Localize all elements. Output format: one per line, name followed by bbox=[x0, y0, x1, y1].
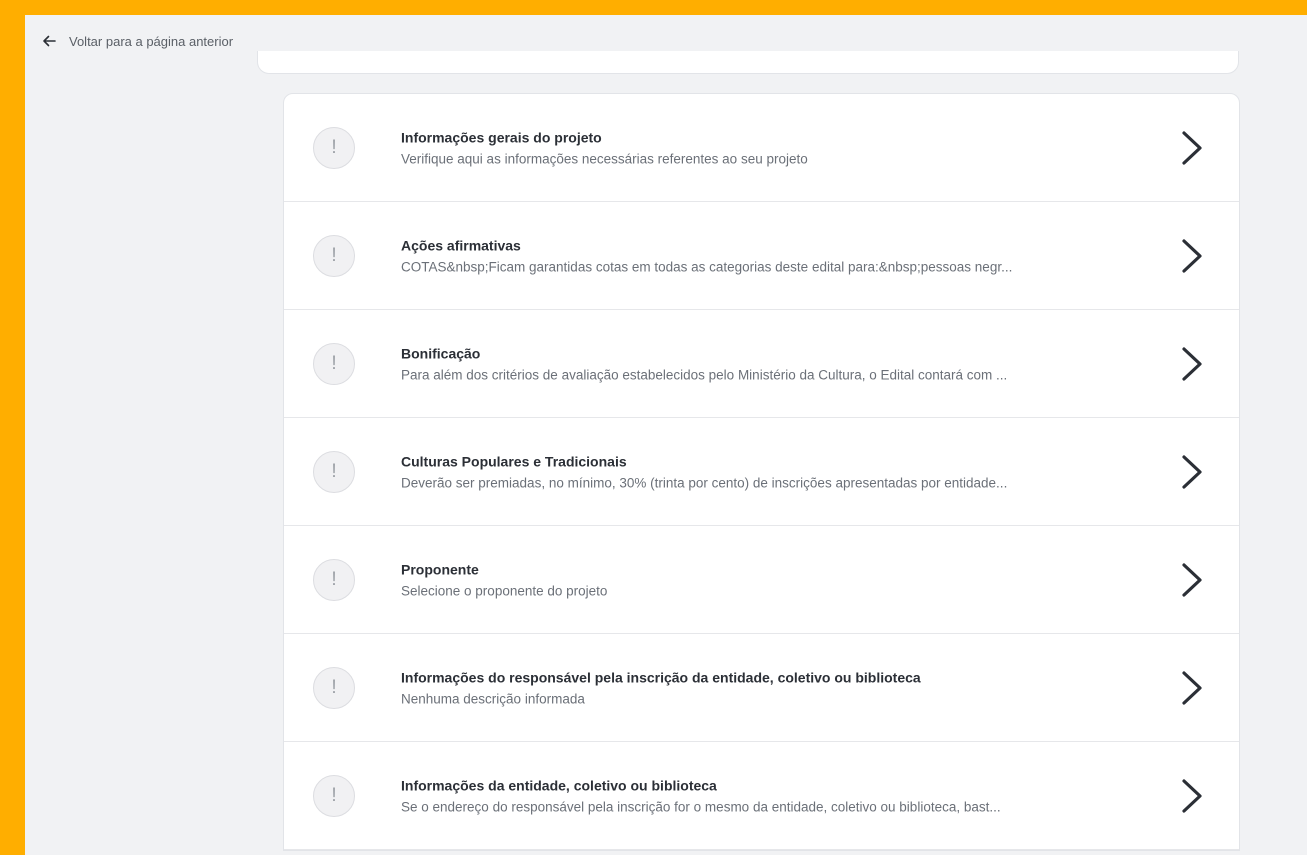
status-warning-icon: ! bbox=[313, 342, 355, 385]
section-description: Verifique aqui as informações necessária… bbox=[401, 151, 808, 166]
status-warning-icon: ! bbox=[313, 774, 355, 817]
section-title: Culturas Populares e Tradicionais bbox=[401, 453, 627, 469]
chevron-right-icon bbox=[1182, 130, 1202, 165]
section-title: Ações afirmativas bbox=[401, 237, 521, 253]
chevron-right-icon bbox=[1182, 562, 1202, 597]
section-title: Informações gerais do projeto bbox=[401, 129, 602, 145]
previous-card-edge bbox=[257, 51, 1239, 74]
section-description: Para além dos critérios de avaliação est… bbox=[401, 367, 1008, 382]
section-description: Se o endereço do responsável pela inscri… bbox=[401, 799, 1001, 814]
chevron-right-icon bbox=[1182, 454, 1202, 489]
arrow-left-icon bbox=[41, 33, 57, 49]
app-window: Voltar para a página anterior ! Informaç… bbox=[25, 15, 1307, 855]
section-item-proponent[interactable]: ! Proponente Selecione o proponente do p… bbox=[284, 526, 1239, 634]
section-item-bonus[interactable]: ! Bonificação Para além dos critérios de… bbox=[284, 310, 1239, 418]
section-title: Informações da entidade, coletivo ou bib… bbox=[401, 777, 717, 793]
section-title: Informações do responsável pela inscriçã… bbox=[401, 669, 921, 685]
chevron-right-icon bbox=[1182, 346, 1202, 381]
section-item-entity-info[interactable]: ! Informações da entidade, coletivo ou b… bbox=[284, 742, 1239, 850]
status-warning-icon: ! bbox=[313, 558, 355, 601]
status-warning-icon: ! bbox=[313, 450, 355, 493]
back-link[interactable]: Voltar para a página anterior bbox=[41, 33, 233, 49]
section-description: Deverão ser premiadas, no mínimo, 30% (t… bbox=[401, 475, 1008, 490]
section-title: Proponente bbox=[401, 561, 479, 577]
section-item-affirmative-actions[interactable]: ! Ações afirmativas COTAS&nbsp;Ficam gar… bbox=[284, 202, 1239, 310]
chevron-right-icon bbox=[1182, 238, 1202, 273]
section-title: Bonificação bbox=[401, 345, 481, 361]
chevron-right-icon bbox=[1182, 778, 1202, 813]
section-description: Nenhuma descrição informada bbox=[401, 691, 585, 706]
sections-list: ! Informações gerais do projeto Verifiqu… bbox=[283, 93, 1240, 851]
status-warning-icon: ! bbox=[313, 126, 355, 169]
section-description: COTAS&nbsp;Ficam garantidas cotas em tod… bbox=[401, 259, 1013, 274]
status-warning-icon: ! bbox=[313, 666, 355, 709]
section-item-responsible-info[interactable]: ! Informações do responsável pela inscri… bbox=[284, 634, 1239, 742]
chevron-right-icon bbox=[1182, 670, 1202, 705]
back-link-label: Voltar para a página anterior bbox=[69, 33, 234, 49]
section-description: Selecione o proponente do projeto bbox=[401, 583, 608, 598]
section-item-popular-cultures[interactable]: ! Culturas Populares e Tradicionais Deve… bbox=[284, 418, 1239, 526]
status-warning-icon: ! bbox=[313, 234, 355, 277]
section-item-general-info[interactable]: ! Informações gerais do projeto Verifiqu… bbox=[284, 94, 1239, 202]
